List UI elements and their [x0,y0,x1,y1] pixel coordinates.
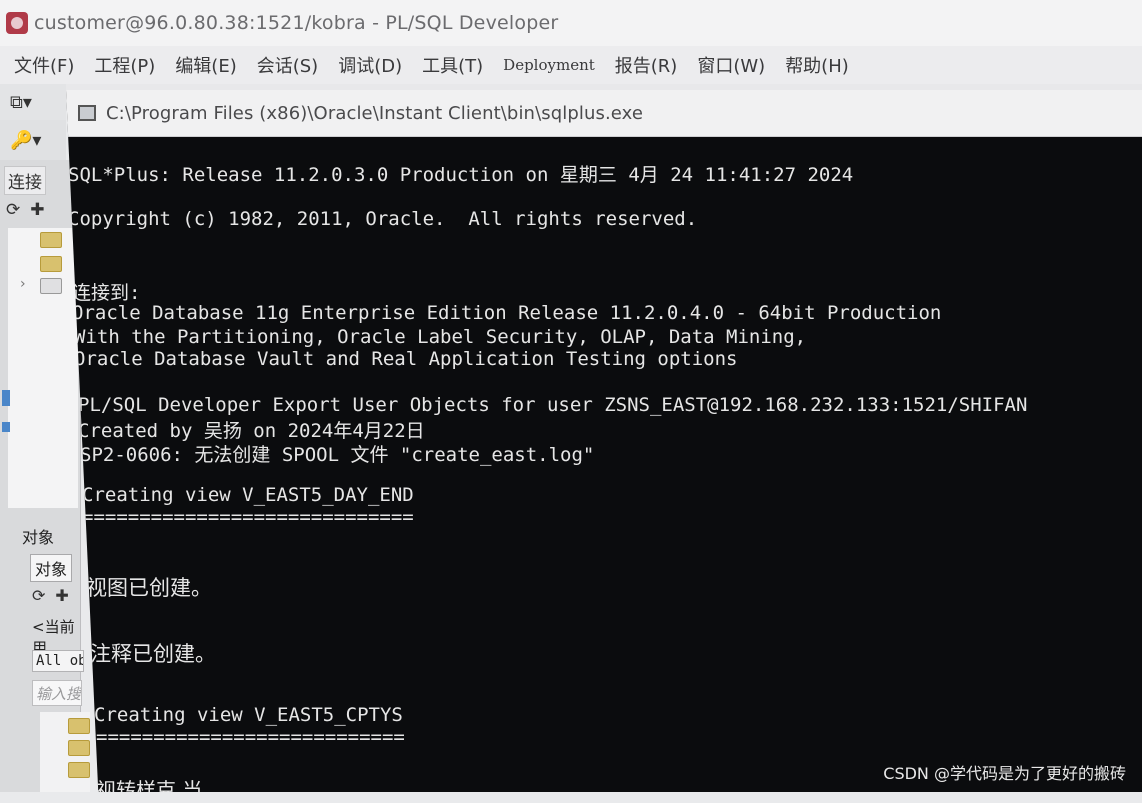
menu-tools[interactable]: 工具(T) [422,52,483,78]
console-line: 视转样克 当 [96,778,203,802]
search-input[interactable]: 输入搜 [32,680,82,706]
menu-session[interactable]: 会话(S) [257,52,318,78]
console-line: Created by 吴扬 on 2024年4月22日 [78,420,425,442]
object-browser-panel: 连接 ⟳ ✚ › 对象 对象 ⟳ ✚ <当前用 All obj 输入搜 [0,160,90,792]
app-title-bar: customer@96.0.80.38:1521/kobra - PL/SQL … [0,0,1142,47]
add-icon[interactable]: ✚ [55,586,68,605]
console-title-bar: C:\Program Files (x86)\Oracle\Instant Cl… [66,90,1142,137]
console-line: ============================= [82,506,414,528]
objects-section-label: 对象 [22,528,55,547]
menu-reports[interactable]: 报告(R) [615,52,678,78]
menu-project[interactable]: 工程(P) [94,52,155,78]
folder-icon[interactable] [68,718,90,734]
status-marker [2,422,10,432]
new-object-icon[interactable]: ⧉▾ [10,92,32,113]
folder-icon[interactable] [68,762,90,778]
console-icon [78,105,96,121]
console-output: SQL*Plus: Release 11.2.0.3.0 Production … [66,136,1142,792]
refresh-icon[interactable]: ⟳ [6,200,20,220]
console-line: 连接到: [72,282,141,304]
console-line: Oracle Database 11g Enterprise Edition R… [72,302,942,324]
menu-file[interactable]: 文件(F) [14,52,74,78]
toolbar-second: 🔑▾ [0,120,66,160]
status-marker [2,390,10,406]
all-objects-select[interactable]: All obj [32,650,84,672]
console-line: SP2-0606: 无法创建 SPOOL 文件 "create_east.log… [80,444,595,466]
connection-tools: ⟳ ✚ [6,200,45,220]
connection-tree: › [8,228,78,508]
app-title: customer@96.0.80.38:1521/kobra - PL/SQL … [34,12,559,34]
menu-debug[interactable]: 调试(D) [338,52,402,78]
add-icon[interactable]: ✚ [30,200,44,220]
console-line: 视图已创建。 [86,576,212,600]
menu-window[interactable]: 窗口(W) [697,52,765,78]
folder-icon[interactable] [68,740,90,756]
console-line: Creating view V_EAST5_CPTYS [94,704,403,726]
console-line: SQL*Plus: Release 11.2.0.3.0 Production … [68,164,854,186]
expand-arrow-icon[interactable]: › [20,276,26,292]
folder-icon[interactable] [40,232,62,248]
refresh-icon[interactable]: ⟳ [32,586,45,605]
toolbar-top: ⧉▾ [0,84,66,120]
connections-tab[interactable]: 连接 [4,166,46,195]
sqlplus-console-window[interactable]: C:\Program Files (x86)\Oracle\Instant Cl… [66,90,1142,792]
console-line: With the Partitioning, Oracle Label Secu… [74,326,807,348]
console-line: 注释已创建。 [90,642,216,666]
object-tree [40,712,90,792]
key-icon[interactable]: 🔑▾ [10,130,41,151]
object-tools: ⟳ ✚ [32,586,69,605]
console-line: Oracle Database Vault and Real Applicati… [74,348,738,370]
tab-objects[interactable]: 对象 [30,554,73,582]
watermark: CSDN @学代码是为了更好的搬砖 [883,764,1126,783]
folder-icon[interactable] [40,256,62,272]
database-icon [6,12,28,34]
menu-help[interactable]: 帮助(H) [785,52,849,78]
console-line: PL/SQL Developer Export User Objects for… [78,394,1028,416]
folder-icon[interactable] [40,278,62,294]
console-title: C:\Program Files (x86)\Oracle\Instant Cl… [106,102,643,124]
console-line: Copyright (c) 1982, 2011, Oracle. All ri… [68,208,698,230]
menu-bar: 文件(F) 工程(P) 编辑(E) 会话(S) 调试(D) 工具(T) Depl… [0,46,1142,84]
console-line: Creating view V_EAST5_DAY_END [82,484,414,506]
console-line: =========================== [96,726,405,748]
menu-deployment[interactable]: Deployment [503,56,595,74]
menu-edit[interactable]: 编辑(E) [175,52,236,78]
